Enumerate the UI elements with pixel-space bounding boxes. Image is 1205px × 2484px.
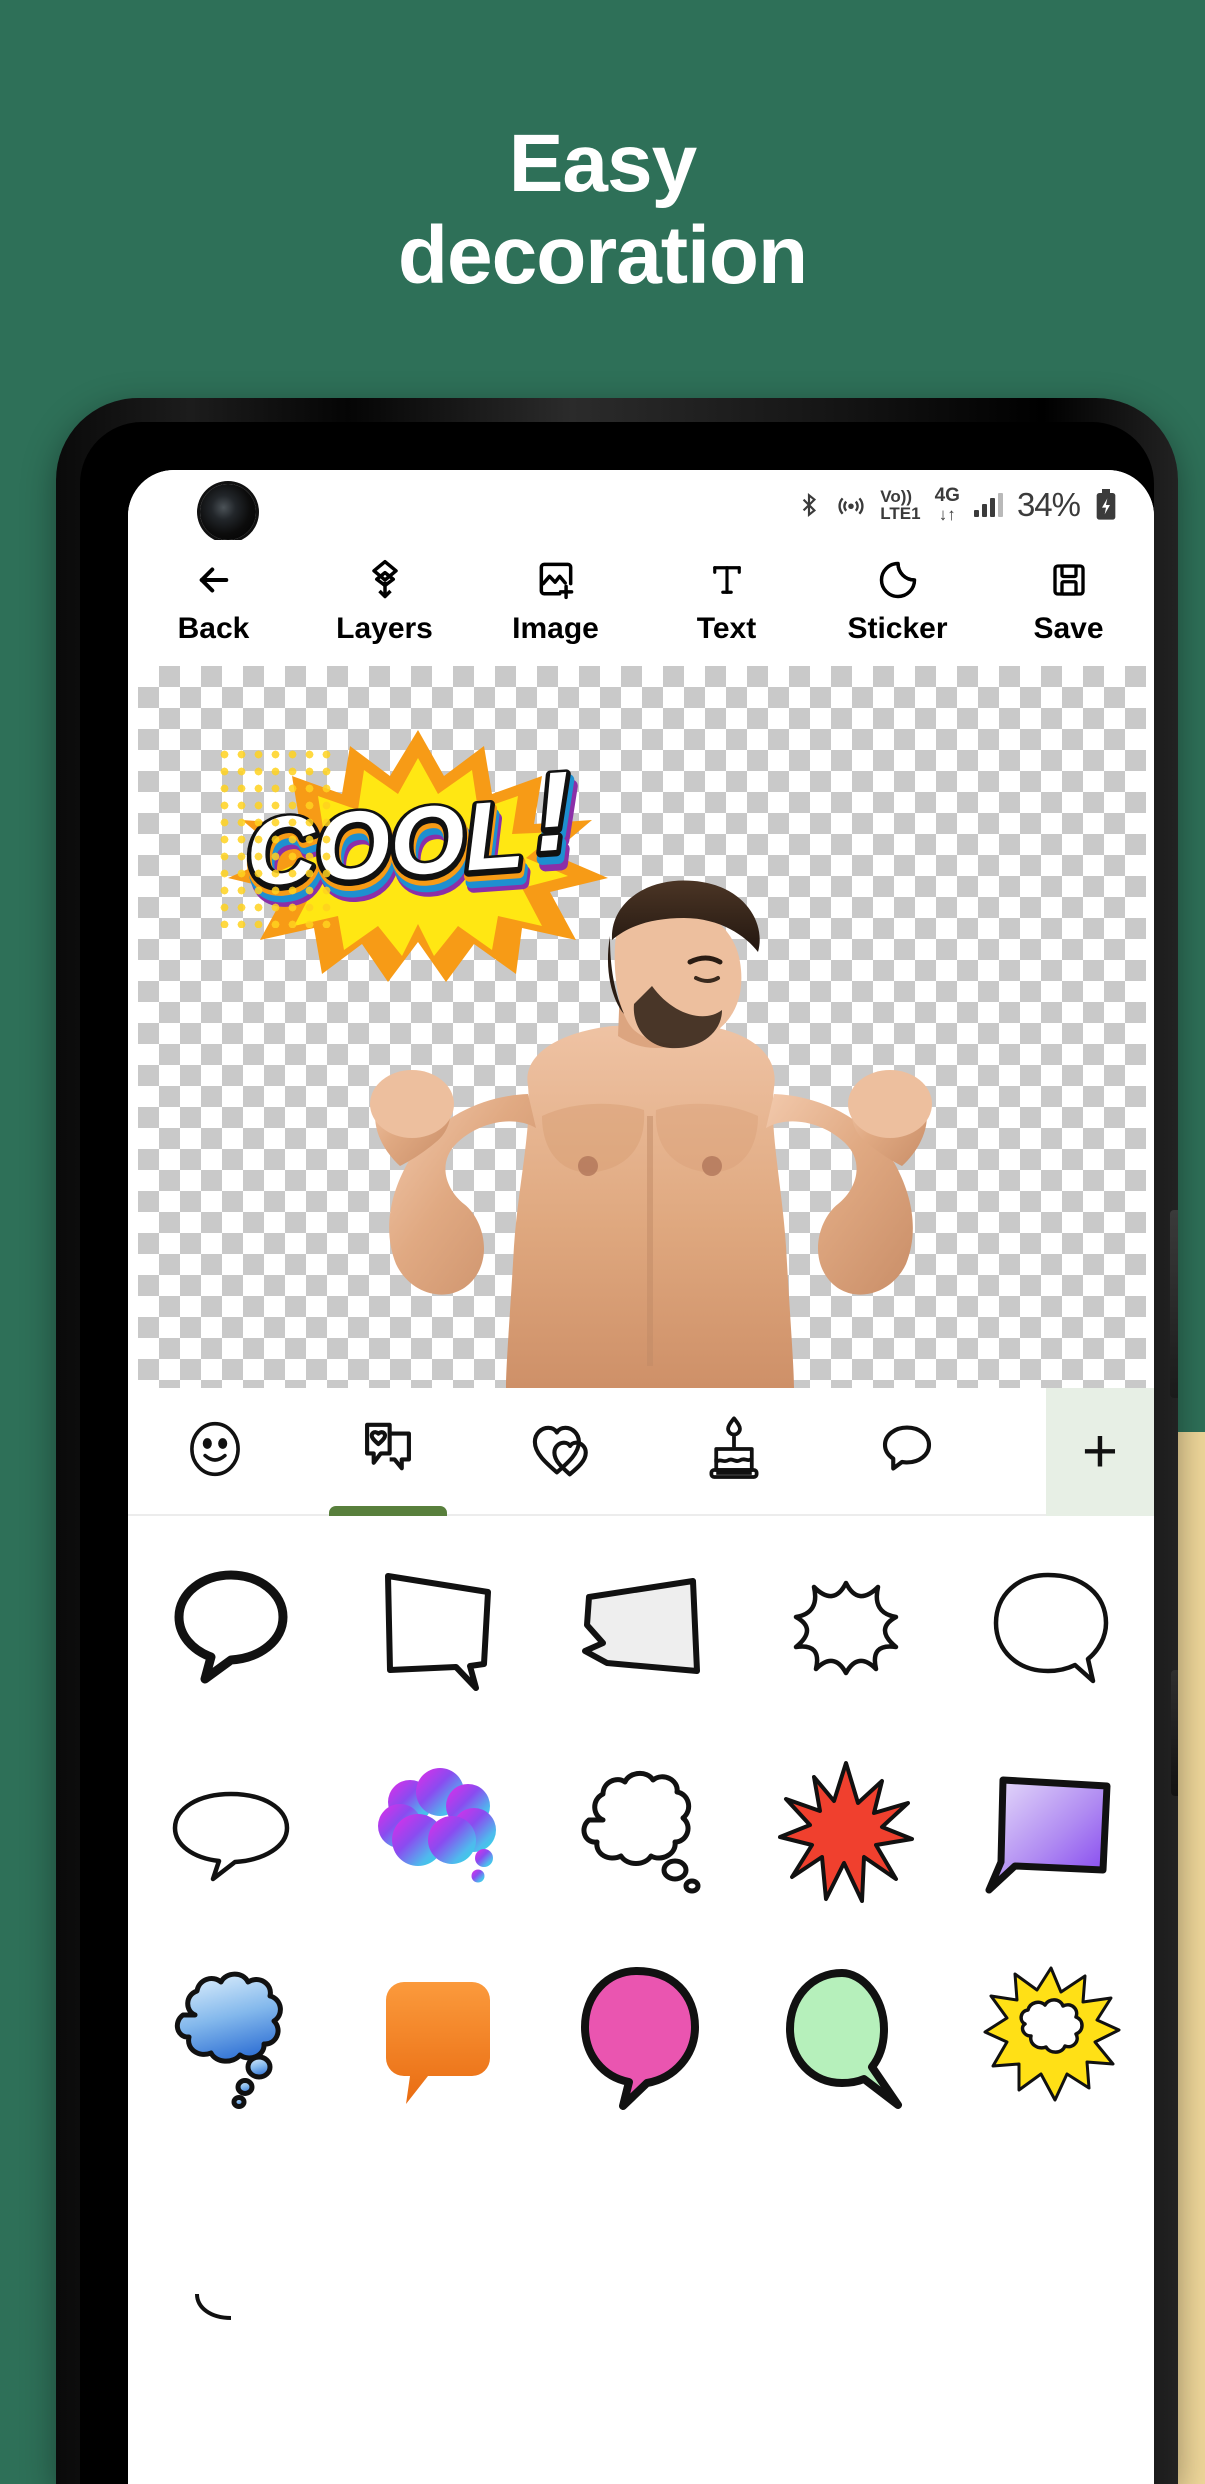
toolbar-button-sticker[interactable]: Sticker [823, 557, 973, 644]
sticker-item-gradient-thought-cloud[interactable] [333, 1730, 538, 1934]
status-bar: Vo)) LTE1 4G ↓↑ 34% [128, 470, 1154, 540]
sticker-grid [128, 1516, 1154, 2484]
toolbar-button-layers[interactable]: Layers [310, 557, 460, 644]
volume-button[interactable] [1171, 1670, 1178, 1796]
toolbar-label-save: Save [1033, 611, 1104, 645]
sticker-category-smiley-faces[interactable] [128, 1387, 301, 1515]
sticker-item-white-thought-cloud[interactable] [538, 1730, 743, 1934]
toolbar-button-image[interactable]: Image [481, 557, 631, 644]
volte-label-bottom: LTE1 [880, 504, 921, 523]
editor-toolbar: Back Layers Image Text Sticker Save [128, 540, 1154, 660]
hotspot-icon [836, 490, 866, 520]
toolbar-button-text[interactable]: Text [652, 557, 802, 644]
sticker-category-speech-bubbles[interactable] [301, 1387, 474, 1517]
phone-mockup-frame: Vo)) LTE1 4G ↓↑ 34% Back Layers Image Te… [56, 398, 1178, 2484]
sticker-item-pink-oval-bubble[interactable] [538, 1934, 743, 2138]
battery-charging-icon [1094, 489, 1118, 521]
sticker-item-partial-row[interactable] [128, 2138, 333, 2342]
text-icon [706, 557, 748, 603]
bluetooth-icon [796, 490, 822, 520]
promo-headline-line-2: decoration [397, 209, 808, 301]
battery-percent-label: 34% [1016, 486, 1081, 523]
chat-bubble-icon [874, 1416, 940, 1487]
sticker-item-orange-rounded-bubble[interactable] [333, 1934, 538, 2138]
sticker-item-flat-oval-bubble[interactable] [128, 1730, 333, 1934]
toolbar-label-back: Back [177, 611, 250, 645]
cool-comic-sticker-layer[interactable]: COOL COOL COOL COOL COOL ! ! ! ! [216, 724, 620, 988]
volte-indicator: Vo)) LTE1 [880, 488, 920, 522]
halftone-dots-decoration [216, 746, 338, 928]
toolbar-button-save[interactable]: Save [994, 557, 1144, 644]
toolbar-label-sticker: Sticker [847, 611, 948, 645]
network-type-indicator: 4G ↓↑ [935, 486, 960, 524]
network-data-arrows: ↓↑ [938, 505, 956, 525]
front-camera-icon [200, 484, 256, 540]
sticker-item-trapezoid-outline-bubble[interactable] [333, 1526, 538, 1730]
add-sticker-pack-button[interactable]: + [1046, 1388, 1154, 1516]
promo-header: Easy decoration [0, 0, 1205, 420]
editor-canvas[interactable]: COOL COOL COOL COOL COOL ! ! ! ! [138, 666, 1146, 1388]
sticker-icon [876, 557, 920, 603]
volte-label-top: Vo)) [880, 487, 913, 506]
power-button[interactable] [1170, 1210, 1178, 1398]
sticker-item-yellow-burst-cloud[interactable] [949, 1934, 1154, 2138]
sticker-item-oval-outline-bubble[interactable] [949, 1526, 1154, 1730]
signal-bars-icon [973, 493, 1003, 517]
promo-headline-line-1: Easy [508, 118, 698, 209]
sticker-item-starburst-outline-bubble[interactable] [744, 1526, 949, 1730]
double-heart-icon [525, 1416, 597, 1487]
sticker-item-purple-gradient-rect-bubble[interactable] [949, 1730, 1154, 1934]
toolbar-button-back[interactable]: Back [139, 557, 289, 644]
sticker-item-red-starburst-bubble[interactable] [744, 1730, 949, 1934]
network-type-label: 4G [934, 485, 960, 507]
sticker-category-chat[interactable] [820, 1387, 993, 1515]
phone-bezel: Vo)) LTE1 4G ↓↑ 34% Back Layers Image Te… [80, 422, 1154, 2484]
save-floppy-icon [1048, 557, 1090, 603]
toolbar-label-text: Text [696, 611, 757, 645]
plus-icon: + [1081, 1417, 1119, 1487]
birthday-cake-icon [701, 1414, 767, 1489]
smiley-icon [182, 1416, 248, 1487]
layers-icon [363, 557, 407, 603]
sticker-item-round-outline-bubble[interactable] [128, 1526, 333, 1730]
sticker-category-tabs: + [128, 1387, 1154, 1517]
phone-screen: Vo)) LTE1 4G ↓↑ 34% Back Layers Image Te… [128, 470, 1154, 2484]
add-image-icon [534, 557, 578, 603]
speech-bubble-heart-icon [355, 1416, 421, 1487]
sticker-category-hearts[interactable] [474, 1387, 647, 1515]
back-arrow-icon [191, 557, 237, 603]
sticker-item-gray-rect-bubble[interactable] [538, 1526, 743, 1730]
toolbar-label-image: Image [512, 611, 599, 645]
sticker-item-blue-thought-cloud[interactable] [128, 1934, 333, 2138]
toolbar-label-layers: Layers [336, 611, 433, 645]
sticker-item-green-oval-bubble[interactable] [744, 1934, 949, 2138]
sticker-category-birthday[interactable] [647, 1387, 820, 1515]
